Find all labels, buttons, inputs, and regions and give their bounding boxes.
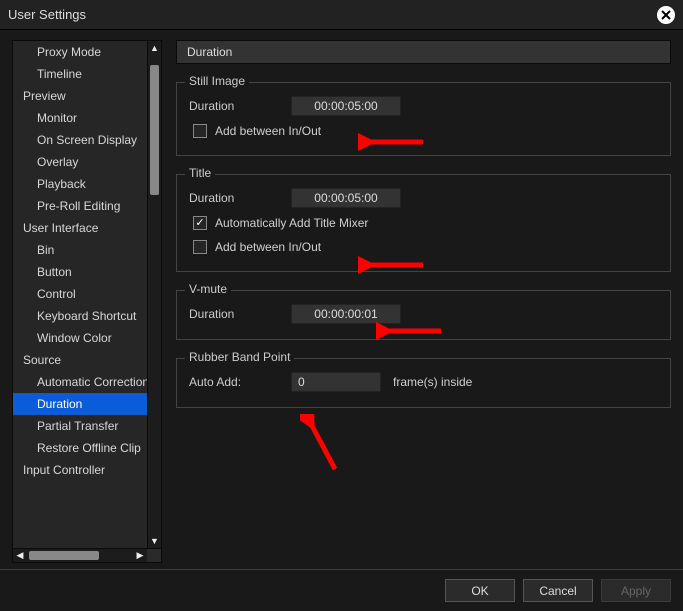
sidebar: Proxy ModeTimelinePreviewMonitorOn Scree… [12,40,162,563]
sidebar-item-playback[interactable]: Playback [13,173,147,195]
settings-pane: Duration Still Image Duration Add betwee… [176,40,671,563]
sidebar-item-on-screen-display[interactable]: On Screen Display [13,129,147,151]
scroll-thumb[interactable] [150,65,159,195]
ok-button[interactable]: OK [445,579,515,602]
sidebar-item-button[interactable]: Button [13,261,147,283]
pane-title: Duration [176,40,671,64]
close-button[interactable] [657,6,675,24]
cancel-button[interactable]: Cancel [523,579,593,602]
checkbox-label: Add between In/Out [215,240,321,254]
sidebar-item-window-color[interactable]: Window Color [13,327,147,349]
title-add-between-checkbox[interactable] [193,240,207,254]
group-vmute: V-mute Duration [176,290,671,340]
rubber-auto-add-input[interactable] [291,372,381,392]
title-duration-input[interactable] [291,188,401,208]
horizontal-scrollbar[interactable]: ◀ ▶ [13,548,161,562]
scroll-up-arrow-icon[interactable]: ▲ [148,41,161,55]
duration-label: Duration [189,307,279,321]
still-add-between-checkbox[interactable] [193,124,207,138]
title-auto-mixer-checkbox[interactable] [193,216,207,230]
scroll-right-arrow-icon[interactable]: ▶ [133,549,147,562]
group-legend: V-mute [185,282,231,296]
frames-suffix: frame(s) inside [393,375,472,389]
duration-label: Duration [189,191,279,205]
group-still-image: Still Image Duration Add between In/Out [176,82,671,156]
sidebar-item-input-controller[interactable]: Input Controller [13,459,147,481]
scroll-thumb-h[interactable] [29,551,99,560]
checkbox-label: Add between In/Out [215,124,321,138]
vmute-duration-input[interactable] [291,304,401,324]
sidebar-item-monitor[interactable]: Monitor [13,107,147,129]
sidebar-item-preview[interactable]: Preview [13,85,147,107]
dialog-footer: OK Cancel Apply [0,569,683,611]
group-legend: Still Image [185,74,249,88]
duration-label: Duration [189,99,279,113]
scroll-track-h[interactable] [27,549,133,562]
sidebar-item-keyboard-shortcut[interactable]: Keyboard Shortcut [13,305,147,327]
sidebar-item-source[interactable]: Source [13,349,147,371]
auto-add-label: Auto Add: [189,375,279,389]
sidebar-item-overlay[interactable]: Overlay [13,151,147,173]
titlebar: User Settings [0,0,683,30]
sidebar-item-duration[interactable]: Duration [13,393,147,415]
window-title: User Settings [8,7,86,22]
sidebar-item-user-interface[interactable]: User Interface [13,217,147,239]
sidebar-item-control[interactable]: Control [13,283,147,305]
group-title: Title Duration Automatically Add Title M… [176,174,671,272]
vertical-scrollbar[interactable]: ▲ ▼ [147,41,161,548]
apply-button[interactable]: Apply [601,579,671,602]
scroll-track[interactable] [148,55,161,534]
scroll-left-arrow-icon[interactable]: ◀ [13,549,27,562]
sidebar-item-bin[interactable]: Bin [13,239,147,261]
close-icon [661,10,671,20]
still-duration-input[interactable] [291,96,401,116]
group-rubber-band: Rubber Band Point Auto Add: frame(s) ins… [176,358,671,408]
group-legend: Rubber Band Point [185,350,294,364]
sidebar-item-partial-transfer[interactable]: Partial Transfer [13,415,147,437]
scroll-corner [147,549,161,562]
sidebar-item-proxy-mode[interactable]: Proxy Mode [13,41,147,63]
sidebar-item-restore-offline-clip[interactable]: Restore Offline Clip [13,437,147,459]
group-legend: Title [185,166,215,180]
scroll-down-arrow-icon[interactable]: ▼ [148,534,161,548]
sidebar-item-pre-roll-editing[interactable]: Pre-Roll Editing [13,195,147,217]
sidebar-item-automatic-correction[interactable]: Automatic Correction [13,371,147,393]
checkbox-label: Automatically Add Title Mixer [215,216,368,230]
settings-tree[interactable]: Proxy ModeTimelinePreviewMonitorOn Scree… [13,41,147,548]
sidebar-item-timeline[interactable]: Timeline [13,63,147,85]
